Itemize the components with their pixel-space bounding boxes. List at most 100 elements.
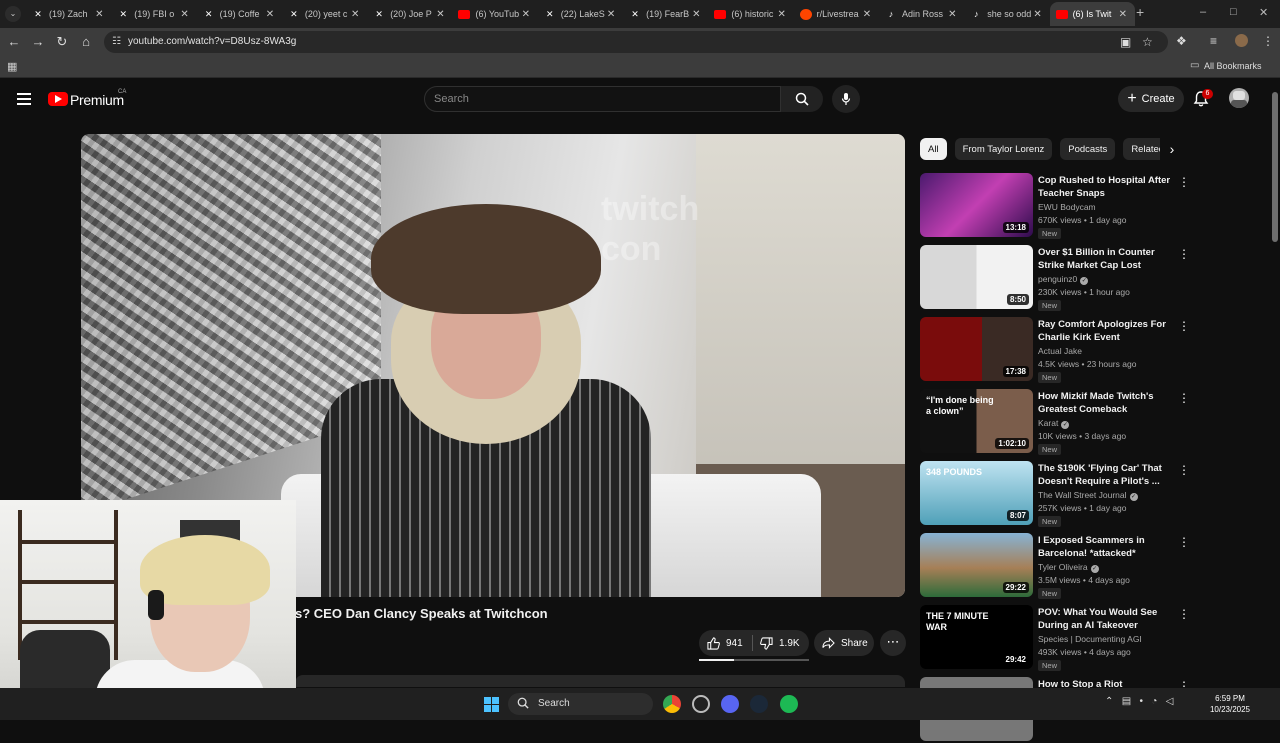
channel-name[interactable]: Species | Documenting AGI [1038,634,1142,644]
site-info-icon[interactable]: ☷ [112,36,121,47]
taskbar-clock[interactable]: 6:59 PM 10/23/2025 [1205,693,1255,715]
video-thumbnail[interactable]: 29:22 [920,533,1033,597]
all-bookmarks-link[interactable]: All Bookmarks [1204,61,1262,71]
video-thumbnail[interactable]: 13:18 [920,173,1033,237]
video-thumbnail[interactable]: THE 7 MINUTE WAR 29:42 [920,605,1033,669]
video-thumbnail[interactable]: 348 POUNDS 8:07 [920,461,1033,525]
windows-start-icon[interactable] [484,697,500,713]
cast-icon[interactable]: ▣ [1120,35,1131,49]
video-thumbnail[interactable]: 8:50 [920,245,1033,309]
chevron-right-icon[interactable]: › [1163,140,1181,158]
filter-chip[interactable]: Related [1123,138,1160,160]
close-tab-icon[interactable]: ✕ [264,9,276,20]
description-box[interactable] [295,675,905,687]
browser-tab[interactable]: ✕ (19) FBI o ✕ [111,2,196,26]
taskbar-search[interactable]: Search [508,693,653,715]
browser-tab[interactable]: r/Livestrea ✕ [794,2,879,26]
recommendation-title[interactable]: Cop Rushed to Hospital After Teacher Sna… [1038,174,1174,200]
kebab-menu-icon[interactable]: ⋮ [1178,607,1190,621]
new-tab-button[interactable]: + [1136,4,1150,22]
recommendation-title[interactable]: Ray Comfort Apologizes For Charlie Kirk … [1038,318,1174,344]
channel-name[interactable]: The Wall Street Journal ✓ [1038,490,1138,501]
share-button[interactable]: Share [814,630,874,656]
channel-name[interactable]: Actual Jake [1038,346,1082,356]
microphone-tray-icon[interactable]: • [1140,696,1144,707]
volume-icon[interactable]: ◁ [1166,696,1174,707]
browser-tab[interactable]: ✕ (19) Coffe ✕ [197,2,282,26]
minimize-button[interactable]: – [1200,6,1206,18]
browser-menu-icon[interactable]: ⋮ [1262,34,1274,48]
bookmark-star-icon[interactable]: ☆ [1142,35,1153,49]
recommendation-item[interactable]: 8:50 Over $1 Billion in Counter Strike Ma… [920,245,1192,311]
browser-tab[interactable]: (6) historic ✕ [708,2,793,26]
spotify-app-icon[interactable] [780,695,798,713]
more-actions-button[interactable]: ⋯ [880,630,906,656]
tab-search-button[interactable]: ⌄ [5,6,21,22]
filter-chip[interactable]: Podcasts [1060,138,1116,160]
recommendation-item[interactable]: 17:38 Ray Comfort Apologizes For Charlie … [920,317,1192,383]
hamburger-menu-icon[interactable] [17,93,31,105]
kebab-menu-icon[interactable]: ⋮ [1178,463,1190,477]
browser-tab[interactable]: (6) YouTub ✕ [452,2,537,26]
filter-chip[interactable]: All [920,138,947,160]
close-tab-icon[interactable]: ✕ [690,9,702,20]
browser-tab[interactable]: ✕ (19) Zach ✕ [26,2,111,26]
recommendation-item[interactable]: “I'm done being a clown” 1:02:10 How Mizki… [920,389,1192,455]
profile-avatar[interactable] [1235,34,1248,47]
discord-app-icon[interactable] [721,695,739,713]
browser-tab[interactable]: ✕ (20) Joe P ✕ [367,2,452,26]
game-launcher-icon[interactable] [750,695,768,713]
channel-name[interactable]: penguinz0 ✓ [1038,274,1089,285]
close-tab-icon[interactable]: ✕ [179,9,191,20]
close-tab-icon[interactable]: ✕ [434,9,446,20]
close-tab-icon[interactable]: ✕ [93,9,105,20]
reload-button[interactable]: ↻ [54,34,70,50]
recommendation-title[interactable]: The $190K 'Flying Car' That Doesn't Requ… [1038,462,1174,488]
video-thumbnail[interactable]: “I'm done being a clown” 1:02:10 [920,389,1033,453]
chevron-up-icon[interactable]: ⌃ [1105,696,1113,707]
close-tab-icon[interactable]: ✕ [946,9,958,20]
scrollbar-thumb[interactable] [1272,92,1278,242]
voice-search-button[interactable] [832,85,860,113]
recommendation-item[interactable]: 13:18 Cop Rushed to Hospital After Teache… [920,173,1192,239]
kebab-menu-icon[interactable]: ⋮ [1178,175,1190,189]
channel-name[interactable]: Tyler Oliveira ✓ [1038,562,1099,573]
steam-app-icon[interactable] [692,695,710,713]
close-tab-icon[interactable]: ✕ [776,9,788,20]
like-button[interactable]: 941 [699,630,751,656]
channel-name[interactable]: EWU Bodycam [1038,202,1096,212]
apps-grid-icon[interactable]: ▦ [7,60,17,73]
close-tab-icon[interactable]: ✕ [1032,9,1044,20]
close-tab-icon[interactable]: ✕ [861,9,873,20]
dislike-button[interactable]: 1.9K [753,630,809,656]
extensions-icon[interactable]: ❖ [1176,34,1187,48]
kebab-menu-icon[interactable]: ⋮ [1178,391,1190,405]
video-thumbnail[interactable]: 17:38 [920,317,1033,381]
back-button[interactable]: ← [6,34,22,49]
recommendation-item[interactable]: 29:22 I Exposed Scammers in Barcelona! *a… [920,533,1192,599]
browser-tab[interactable]: ✕ (19) FearB ✕ [623,2,708,26]
close-tab-icon[interactable]: ✕ [1117,9,1129,20]
channel-name[interactable]: Karat ✓ [1038,418,1070,429]
close-tab-icon[interactable]: ✕ [605,9,617,20]
browser-tab[interactable]: ♪ she so odd ✕ [964,2,1049,26]
search-button[interactable] [781,86,823,112]
wifi-icon[interactable]: ◔ [1151,696,1157,707]
kebab-menu-icon[interactable]: ⋮ [1178,319,1190,333]
network-icon[interactable]: ▤ [1122,696,1131,707]
forward-button[interactable]: → [30,34,46,49]
kebab-menu-icon[interactable]: ⋮ [1178,247,1190,261]
create-button[interactable]: + Create [1118,86,1184,112]
recommendation-title[interactable]: POV: What You Would See During an AI Tak… [1038,606,1174,632]
search-input[interactable] [434,93,764,105]
recommendation-item[interactable]: 348 POUNDS 8:07 The $190K 'Flying Car' Tha… [920,461,1192,527]
page-scrollbar[interactable] [1270,80,1280,688]
youtube-brand-text[interactable]: Premium [70,92,124,108]
maximize-button[interactable]: □ [1230,6,1237,18]
youtube-logo-icon[interactable] [48,92,68,106]
browser-tab[interactable]: ✕ (20) yeet c ✕ [282,2,367,26]
close-tab-icon[interactable]: ✕ [520,9,532,20]
account-avatar[interactable] [1229,88,1249,108]
close-tab-icon[interactable]: ✕ [349,9,361,20]
filter-chip[interactable]: From Taylor Lorenz [954,138,1053,160]
